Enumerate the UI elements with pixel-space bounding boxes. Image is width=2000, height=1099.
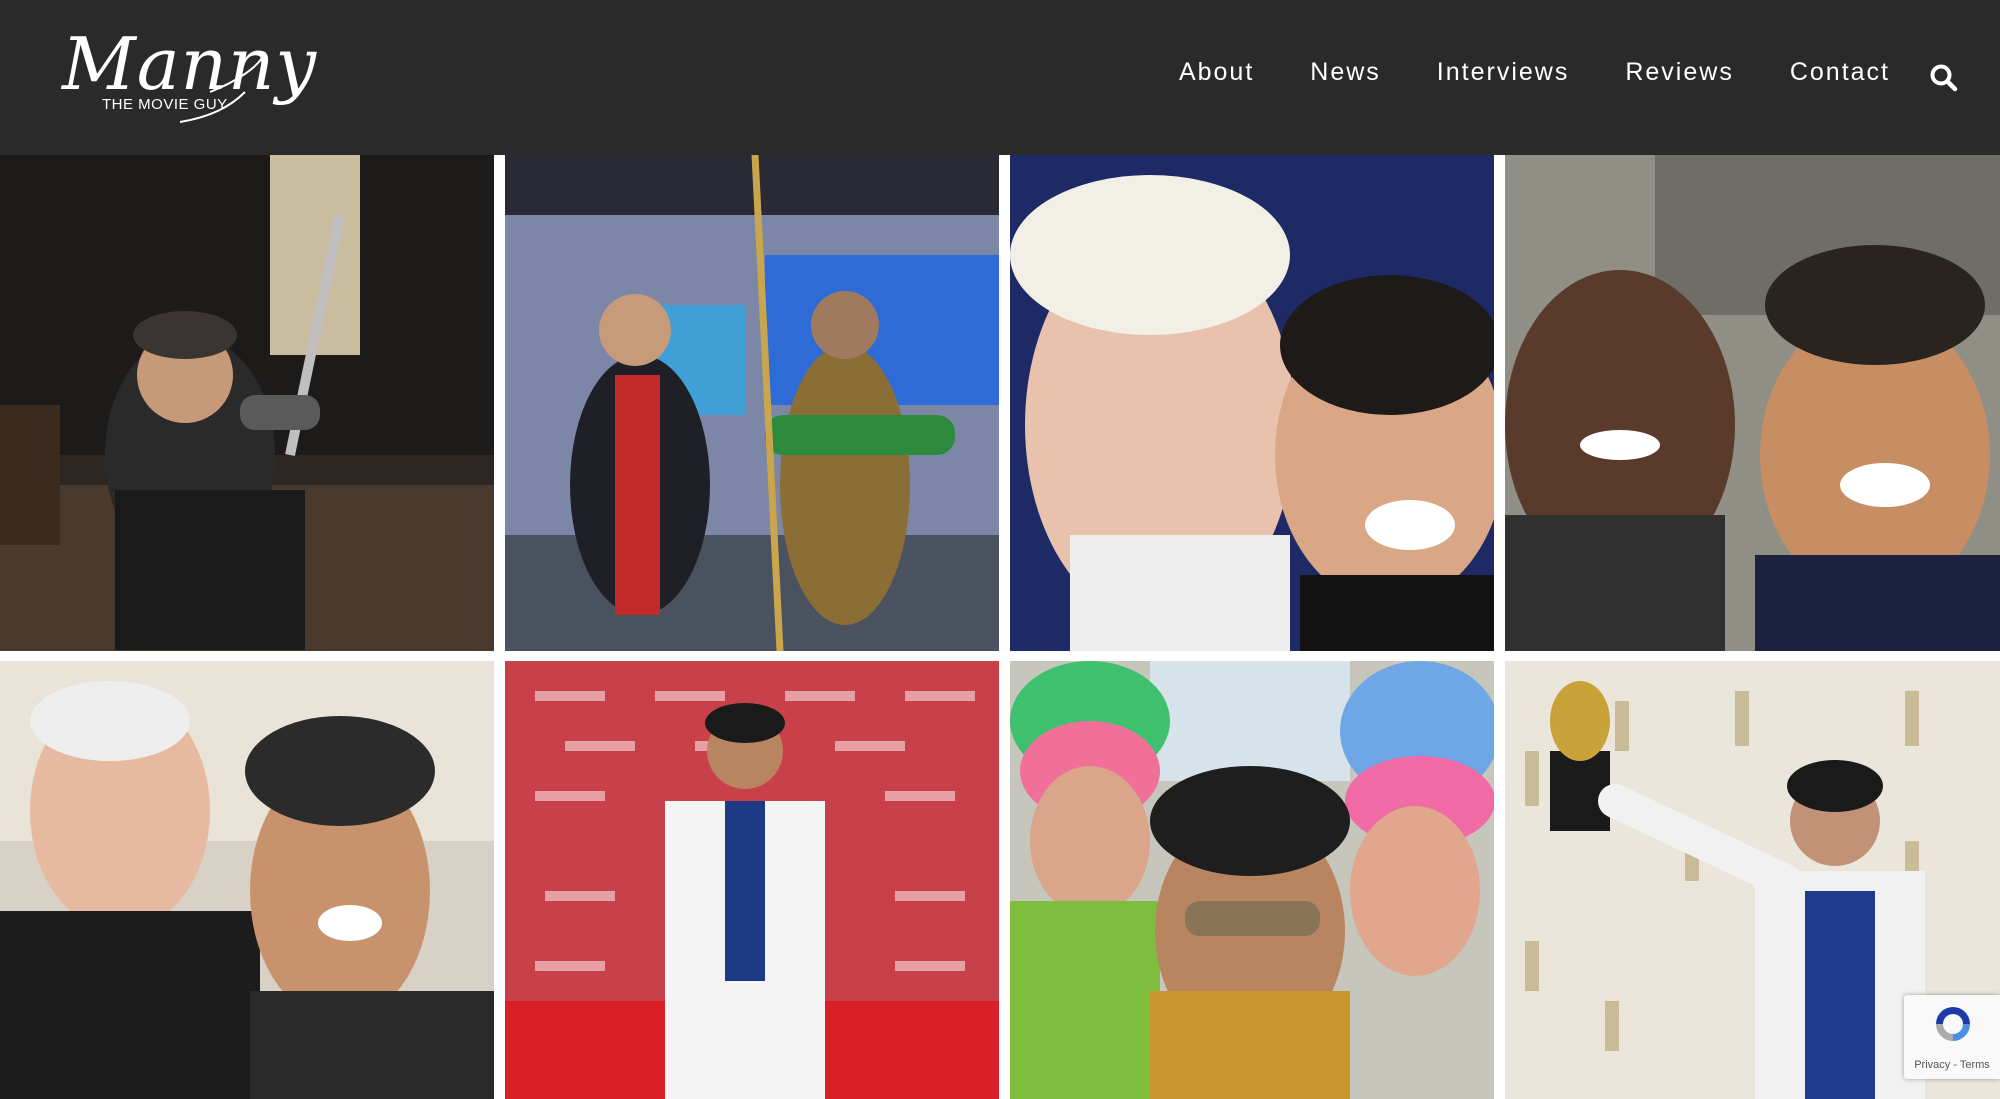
gallery-photo-selfie-gala[interactable] bbox=[1010, 155, 1494, 651]
nav-contact[interactable]: Contact bbox=[1790, 58, 1890, 87]
gallery-photo-drag-queens[interactable] bbox=[1010, 661, 1494, 1099]
photo-gallery bbox=[0, 155, 2000, 1099]
photo-selfie-two bbox=[1505, 155, 2000, 651]
photo-drag-queens bbox=[1010, 661, 1494, 1099]
main-nav: About News Interviews Reviews Contact bbox=[1123, 58, 1890, 87]
search-button[interactable] bbox=[1928, 62, 1960, 94]
search-icon bbox=[1930, 64, 1958, 92]
gallery-photo-selfie-two[interactable] bbox=[1505, 155, 2000, 651]
logo-subtitle: THE MOVIE GUY bbox=[102, 96, 228, 113]
nav-reviews[interactable]: Reviews bbox=[1625, 58, 1733, 87]
logo-swoosh bbox=[179, 51, 266, 123]
recaptcha-links: Privacy - Terms bbox=[1904, 1059, 2000, 1071]
recaptcha-separator: - bbox=[1953, 1059, 1957, 1071]
site-header: Manny THE MOVIE GUY About News Interview… bbox=[0, 0, 2000, 155]
photo-selfie-gala bbox=[1010, 155, 1494, 651]
recaptcha-badge[interactable]: Privacy - Terms bbox=[1904, 995, 2000, 1079]
nav-news[interactable]: News bbox=[1310, 58, 1381, 87]
gallery-photo-selfie-older-man[interactable] bbox=[0, 661, 494, 1099]
gallery-photo-radio-studio[interactable] bbox=[0, 155, 494, 651]
recaptcha-terms-link[interactable]: Terms bbox=[1960, 1059, 1990, 1071]
gallery-photo-aquaman-exhibit[interactable] bbox=[505, 155, 999, 651]
photo-red-carpet bbox=[505, 661, 999, 1099]
nav-interviews[interactable]: Interviews bbox=[1437, 58, 1570, 87]
photo-selfie-older-man bbox=[0, 661, 494, 1099]
nav-about[interactable]: About bbox=[1179, 58, 1254, 87]
recaptcha-privacy-link[interactable]: Privacy bbox=[1914, 1059, 1950, 1071]
photo-aquaman-exhibit bbox=[505, 155, 999, 651]
gallery-photo-red-carpet[interactable] bbox=[505, 661, 999, 1099]
photo-radio-studio bbox=[0, 155, 494, 651]
recaptcha-icon bbox=[1936, 1007, 1970, 1041]
site-logo[interactable]: Manny THE MOVIE GUY bbox=[60, 22, 316, 134]
